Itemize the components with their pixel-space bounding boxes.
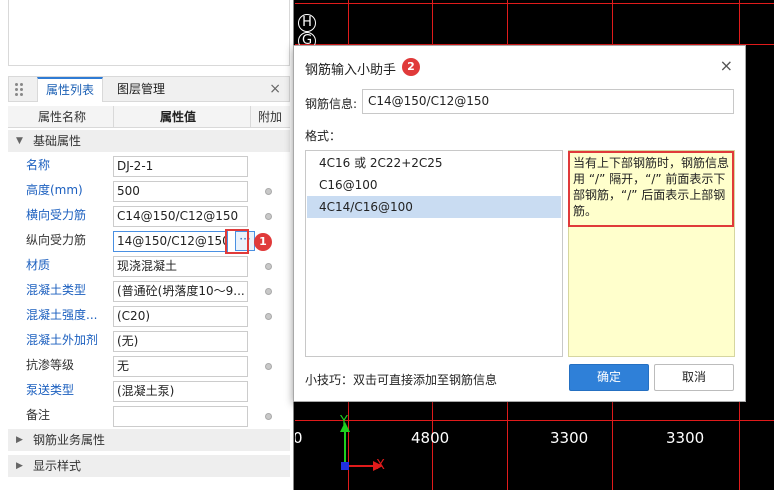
property-row: 泵送类型 (混凝土泵) [8, 378, 290, 403]
property-name: 备注 [26, 408, 51, 422]
column-header-name: 属性名称 [38, 110, 87, 124]
extra-checkbox[interactable] [265, 188, 272, 195]
ellipsis-highlight [225, 229, 249, 254]
property-row: 混凝土强度... (C20) [8, 303, 290, 328]
expand-arrow-icon[interactable]: ▶ [16, 455, 23, 477]
property-value-field[interactable]: DJ-2-1 [113, 156, 248, 177]
property-name: 高度(mm) [26, 183, 83, 197]
expand-arrow-icon[interactable]: ▶ [16, 429, 23, 451]
dimension-text: 3300 [550, 429, 589, 447]
format-list-item[interactable]: C16@100 [307, 174, 561, 196]
extra-checkbox[interactable] [265, 213, 272, 220]
property-name: 混凝土类型 [26, 283, 87, 297]
property-name: 泵送类型 [26, 383, 75, 397]
format-description-text: 当有上下部钢筋时，钢筋信息用 “/” 隔开，“/” 前面表示下部钢筋，“/” 后… [568, 151, 734, 227]
group-basic-properties[interactable]: ▼ 基础属性 [8, 130, 290, 152]
property-value-field[interactable]: (混凝土泵) [113, 381, 248, 402]
column-header-value: 属性值 [160, 110, 197, 124]
format-list[interactable]: 4C16 或 2C22+2C25 C16@100 4C14/C16@100 [305, 150, 563, 357]
property-row: 材质 现浇混凝土 [8, 253, 290, 278]
format-list-item-selected[interactable]: 4C14/C16@100 [307, 196, 561, 218]
format-list-item[interactable]: 4C16 或 2C22+2C25 [307, 152, 561, 174]
property-value-field[interactable]: 无 [113, 356, 248, 377]
axis-label-y: Y [340, 414, 348, 429]
rebar-info-input[interactable]: C14@150/C12@150 [362, 89, 734, 114]
collapse-arrow-icon[interactable]: ▼ [16, 130, 23, 152]
property-name: 混凝土外加剂 [26, 333, 99, 347]
extra-checkbox[interactable] [265, 313, 272, 320]
property-name: 纵向受力筋 [26, 233, 87, 247]
property-row: 混凝土外加剂 (无) [8, 328, 290, 353]
property-value-field[interactable] [113, 406, 248, 427]
callout-badge-1: 1 [254, 233, 272, 251]
property-row: 备注 [8, 403, 290, 428]
property-row: 混凝土类型 (普通砼(坍落度10～9... [8, 278, 290, 303]
property-name: 名称 [26, 158, 51, 172]
property-row: 抗渗等级 无 [8, 353, 290, 378]
property-grid-header: 属性名称 属性值 附加 [8, 106, 290, 128]
property-value-field[interactable]: (无) [113, 331, 248, 352]
tab-layer-management[interactable]: 图层管理 [109, 77, 173, 102]
dialog-close-icon[interactable]: × [720, 56, 733, 75]
grid-axis-label-h: H [298, 14, 316, 32]
rebar-info-label: 钢筋信息: [305, 97, 358, 111]
group-rebar-business[interactable]: ▶ 钢筋业务属性 [8, 429, 290, 451]
tab-property-list[interactable]: 属性列表 [37, 77, 104, 102]
column-header-extra: 附加 [258, 110, 283, 124]
panel-close-icon[interactable]: × [269, 77, 281, 102]
property-row: 横向受力筋 C14@150/C12@150 [8, 203, 290, 228]
property-panel: 属性列表 图层管理 × 属性名称 属性值 附加 ▼ 基础属性 名称 DJ-2-1 高… [0, 0, 294, 490]
format-label: 格式： [305, 129, 342, 143]
drag-grip-icon[interactable] [15, 83, 25, 97]
property-row: 高度(mm) 500 [8, 178, 290, 203]
property-value-field[interactable]: 500 [113, 181, 248, 202]
property-name: 混凝土强度... [26, 308, 98, 322]
dimension-text: 4800 [411, 429, 450, 447]
property-name: 横向受力筋 [26, 208, 87, 222]
property-row: 名称 DJ-2-1 [8, 153, 290, 178]
ok-button[interactable]: 确定 [569, 364, 649, 391]
property-name: 材质 [26, 258, 51, 272]
property-value-field[interactable]: (C20) [113, 306, 248, 327]
extra-checkbox[interactable] [265, 288, 272, 295]
extra-checkbox[interactable] [265, 263, 272, 270]
rebar-input-helper-dialog: 钢筋输入小助手 2 × 钢筋信息: C14@150/C12@150 格式： 4C… [293, 45, 746, 402]
panel-top-area [8, 0, 290, 66]
dimension-text: 0 [295, 429, 303, 447]
property-value-field[interactable]: 14@150/C12@150 [113, 231, 228, 252]
property-value-field[interactable]: 现浇混凝土 [113, 256, 248, 277]
property-value-field[interactable]: C14@150/C12@150 [113, 206, 248, 227]
extra-checkbox[interactable] [265, 413, 272, 420]
cancel-button[interactable]: 取消 [654, 364, 734, 391]
axis-label-x: X [376, 458, 385, 473]
panel-tabbar: 属性列表 图层管理 × [8, 76, 290, 102]
tip-text: 小技巧：双击可直接添加至钢筋信息 [305, 373, 498, 387]
group-display-style[interactable]: ▶ 显示样式 [8, 455, 290, 477]
extra-checkbox[interactable] [265, 363, 272, 370]
dimension-text: 3300 [666, 429, 705, 447]
callout-badge-2: 2 [402, 58, 420, 76]
property-value-field[interactable]: (普通砼(坍落度10～9... [113, 281, 248, 302]
dialog-title: 钢筋输入小助手 [305, 63, 397, 78]
property-name: 抗渗等级 [26, 358, 75, 372]
